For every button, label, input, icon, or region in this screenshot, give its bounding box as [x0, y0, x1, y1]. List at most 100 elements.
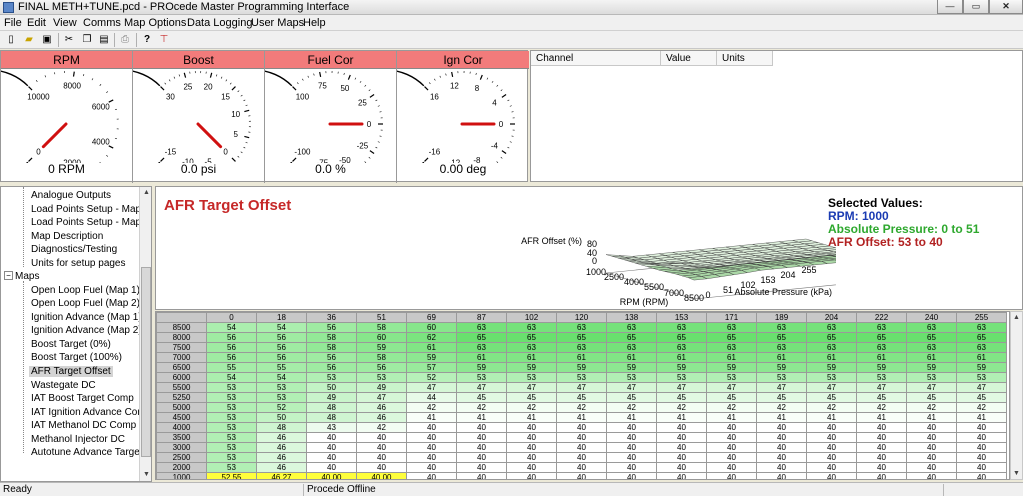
- table-cell[interactable]: 45: [506, 392, 557, 403]
- table-cell[interactable]: 46: [256, 462, 307, 473]
- row-header[interactable]: 7000: [156, 352, 207, 363]
- table-cell[interactable]: 63: [956, 342, 1007, 353]
- menu-data-logging[interactable]: Data Logging: [187, 17, 252, 29]
- table-cell[interactable]: 59: [756, 362, 807, 373]
- column-header[interactable]: 0: [206, 312, 257, 323]
- tree-item[interactable]: Units for setup pages: [31, 258, 126, 269]
- tree-item[interactable]: IAT Methanol DC Comp: [31, 420, 136, 431]
- table-cell[interactable]: 47: [456, 382, 507, 393]
- table-cell[interactable]: 61: [906, 352, 957, 363]
- table-cell[interactable]: 63: [906, 342, 957, 353]
- row-header[interactable]: 6500: [156, 362, 207, 373]
- table-cell[interactable]: 46: [356, 402, 407, 413]
- table-cell[interactable]: 41: [856, 412, 907, 423]
- table-cell[interactable]: 40.00: [356, 472, 407, 479]
- tree-item[interactable]: Open Loop Fuel (Map 2): [31, 298, 140, 309]
- table-cell[interactable]: 63: [656, 322, 707, 333]
- table-cell[interactable]: 63: [756, 322, 807, 333]
- table-cell[interactable]: 41: [706, 412, 757, 423]
- table-cell[interactable]: 53: [206, 432, 257, 443]
- column-header[interactable]: 102: [506, 312, 557, 323]
- column-header-channel[interactable]: Channel: [531, 51, 661, 66]
- table-cell[interactable]: 40: [706, 422, 757, 433]
- table-cell[interactable]: 59: [506, 362, 557, 373]
- table-cell[interactable]: 59: [806, 362, 857, 373]
- table-cell[interactable]: 40: [856, 442, 907, 453]
- table-cell[interactable]: 65: [706, 332, 757, 343]
- table-cell[interactable]: 56: [356, 362, 407, 373]
- table-cell[interactable]: 40: [506, 472, 557, 479]
- table-cell[interactable]: 53: [206, 382, 257, 393]
- channel-list[interactable]: Channel Value Units: [530, 50, 1023, 182]
- table-cell[interactable]: 40: [856, 432, 907, 443]
- scroll-up-icon[interactable]: ▲: [140, 187, 151, 199]
- table-cell[interactable]: 41: [406, 412, 457, 423]
- table-cell[interactable]: 40: [656, 422, 707, 433]
- column-header[interactable]: 51: [356, 312, 407, 323]
- table-cell[interactable]: 54: [256, 322, 307, 333]
- table-cell[interactable]: 42: [556, 402, 607, 413]
- table-cell[interactable]: 40: [356, 442, 407, 453]
- scroll-down-icon[interactable]: ▼: [140, 469, 151, 481]
- table-cell[interactable]: 40: [756, 462, 807, 473]
- table-cell[interactable]: 45: [606, 392, 657, 403]
- table-cell[interactable]: 55: [206, 362, 257, 373]
- table-cell[interactable]: 40: [506, 462, 557, 473]
- table-cell[interactable]: 40: [956, 472, 1007, 479]
- table-cell[interactable]: 41: [456, 412, 507, 423]
- table-cell[interactable]: 45: [906, 392, 957, 403]
- table-cell[interactable]: 53: [206, 422, 257, 433]
- table-cell[interactable]: 46: [356, 412, 407, 423]
- table-cell[interactable]: 63: [956, 322, 1007, 333]
- table-cell[interactable]: 41: [756, 412, 807, 423]
- tree-scrollbar[interactable]: ▲ ▼: [139, 187, 151, 481]
- table-cell[interactable]: 54: [256, 372, 307, 383]
- table-cell[interactable]: 59: [656, 362, 707, 373]
- table-cell[interactable]: 40: [556, 432, 607, 443]
- table-cell[interactable]: 40: [756, 422, 807, 433]
- table-cell[interactable]: 47: [656, 382, 707, 393]
- table-cell[interactable]: 40: [556, 472, 607, 479]
- table-cell[interactable]: 42: [606, 402, 657, 413]
- table-cell[interactable]: 45: [756, 392, 807, 403]
- table-cell[interactable]: 47: [606, 382, 657, 393]
- table-cell[interactable]: 40: [306, 432, 357, 443]
- table-cell[interactable]: 63: [456, 322, 507, 333]
- row-header[interactable]: 5500: [156, 382, 207, 393]
- table-cell[interactable]: 40: [356, 462, 407, 473]
- table-cell[interactable]: 40: [506, 442, 557, 453]
- table-cell[interactable]: 61: [856, 352, 907, 363]
- table-cell[interactable]: 59: [906, 362, 957, 373]
- column-header[interactable]: 204: [806, 312, 857, 323]
- column-header-value[interactable]: Value: [661, 51, 717, 66]
- column-header[interactable]: 171: [706, 312, 757, 323]
- table-cell[interactable]: 40: [906, 452, 957, 463]
- table-cell[interactable]: 61: [456, 352, 507, 363]
- table-cell[interactable]: 60: [406, 322, 457, 333]
- table-cell[interactable]: 40: [756, 452, 807, 463]
- table-cell[interactable]: 56: [256, 352, 307, 363]
- tree-item[interactable]: Map Description: [31, 231, 103, 242]
- table-cell[interactable]: 40: [606, 422, 657, 433]
- table-cell[interactable]: 61: [606, 352, 657, 363]
- table-cell[interactable]: 40: [406, 432, 457, 443]
- table-cell[interactable]: 44: [406, 392, 457, 403]
- table-cell[interactable]: 50: [256, 412, 307, 423]
- table-cell[interactable]: 59: [706, 362, 757, 373]
- scroll-up-icon[interactable]: ▲: [1011, 312, 1022, 323]
- row-header[interactable]: 4500: [156, 412, 207, 423]
- tree-item-selected[interactable]: AFR Target Offset: [29, 366, 113, 377]
- column-header[interactable]: 120: [556, 312, 607, 323]
- column-header[interactable]: 222: [856, 312, 907, 323]
- table-cell[interactable]: 40: [856, 452, 907, 463]
- table-cell[interactable]: 41: [956, 412, 1007, 423]
- table-cell[interactable]: 65: [606, 332, 657, 343]
- surface-plot[interactable]: AFR Offset (%) 80 40 0 RPM (RPM) Absolut…: [356, 187, 836, 311]
- table-cell[interactable]: 40: [406, 472, 457, 479]
- row-header[interactable]: 5000: [156, 402, 207, 413]
- table-cell[interactable]: 41: [656, 412, 707, 423]
- row-header[interactable]: 3000: [156, 442, 207, 453]
- table-cell[interactable]: 49: [306, 392, 357, 403]
- table-cell[interactable]: 40: [306, 452, 357, 463]
- table-cell[interactable]: 59: [406, 352, 457, 363]
